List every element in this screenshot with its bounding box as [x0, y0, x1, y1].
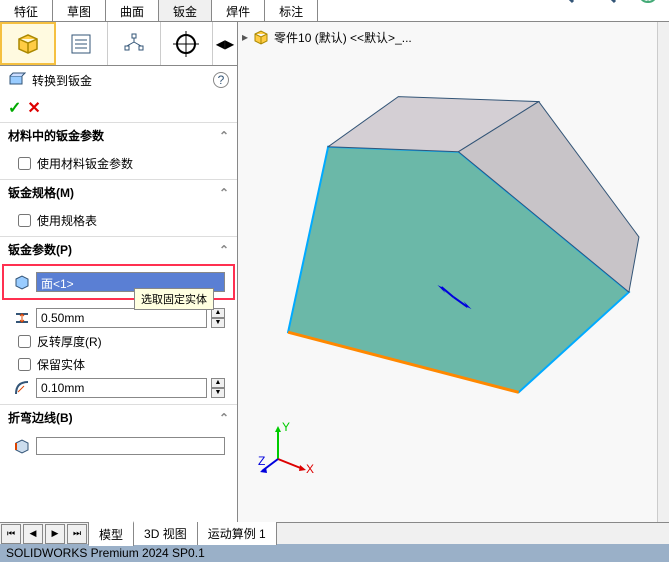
edge-icon [12, 436, 32, 456]
ribbon-tab-sketch[interactable]: 草图 [53, 0, 106, 21]
property-mgr-tab[interactable] [56, 22, 109, 65]
ok-cancel-bar: ✓ ✕ [0, 94, 237, 122]
keep-checkbox-row[interactable]: 保留实体 [12, 353, 225, 376]
ribbon-tab-annotate[interactable]: 标注 [265, 0, 318, 21]
triad-z: Z [258, 454, 265, 468]
ok-button[interactable]: ✓ [8, 98, 21, 118]
caret-icon: ⌃ [219, 411, 229, 425]
part-icon [252, 28, 270, 46]
ribbon-tab-weldment[interactable]: 焊件 [212, 0, 265, 21]
use-gauge-label: 使用规格表 [37, 212, 97, 229]
thickness-field[interactable] [36, 308, 207, 328]
caret-icon: ⌃ [219, 186, 229, 200]
section-bendedges-title: 折弯边线(B) [8, 409, 73, 426]
triad-y: Y [282, 420, 290, 434]
section-bendedges-header[interactable]: 折弯边线(B) ⌃ [0, 404, 237, 430]
fixed-face-tooltip: 选取固定实体 [134, 288, 214, 310]
cancel-button[interactable]: ✕ [27, 98, 40, 118]
bend-radius-spinner[interactable]: ▲▼ [211, 378, 225, 398]
nav-first[interactable]: ⏮ [1, 524, 21, 544]
view-orient-icon[interactable] [635, 0, 661, 6]
nav-prev[interactable]: ◀ [23, 524, 43, 544]
section-params-title: 钣金参数(P) [8, 241, 72, 258]
section-gauge-header[interactable]: 钣金规格(M) ⌃ [0, 179, 237, 205]
caret-icon: ⌃ [219, 129, 229, 143]
keep-label: 保留实体 [37, 356, 85, 373]
config-mgr-tab[interactable] [108, 22, 161, 65]
zoom-area-icon[interactable] [593, 0, 619, 6]
bend-edges-field[interactable] [36, 437, 225, 455]
use-gauge-checkbox-row[interactable]: 使用规格表 [12, 209, 225, 232]
caret-icon: ⌃ [219, 243, 229, 257]
tabs-overflow[interactable]: ◀▶ [213, 22, 237, 65]
reverse-label: 反转厚度(R) [37, 333, 102, 350]
zoom-fit-icon[interactable] [551, 0, 577, 6]
section-params-header[interactable]: 钣金参数(P) ⌃ [0, 236, 237, 262]
use-material-label: 使用材料钣金参数 [37, 155, 133, 172]
panel-tabs: ◀▶ [0, 22, 237, 66]
bottom-tab-3dview[interactable]: 3D 视图 [134, 522, 198, 545]
thickness-icon [12, 308, 32, 328]
feature-title: 转换到钣金 [32, 72, 92, 89]
scene-3d[interactable] [258, 62, 659, 462]
bend-radius-field[interactable] [36, 378, 207, 398]
triad-x: X [306, 462, 314, 476]
section-gauge-title: 钣金规格(M) [8, 184, 74, 201]
reverse-checkbox-row[interactable]: 反转厚度(R) [12, 330, 225, 353]
keep-checkbox[interactable] [18, 358, 31, 371]
property-panel: ◀▶ 转换到钣金 ? ✓ ✕ 材料中的钣金参数 ⌃ 使用材料钣金参数 钣金规格(… [0, 22, 238, 522]
triad[interactable]: Y X Z [258, 419, 318, 482]
use-material-checkbox-row[interactable]: 使用材料钣金参数 [12, 152, 225, 175]
section-bendedges-body [0, 430, 237, 462]
bottom-tabs: ⏮ ◀ ▶ ⏭ 模型 3D 视图 运动算例 1 [0, 522, 669, 544]
nav-last[interactable]: ⏭ [67, 524, 87, 544]
tab-nav: ⏮ ◀ ▶ ⏭ [0, 523, 89, 545]
feature-tree-tab[interactable] [0, 22, 56, 65]
ribbon-tab-surface[interactable]: 曲面 [106, 0, 159, 21]
section-material-header[interactable]: 材料中的钣金参数 ⌃ [0, 122, 237, 148]
reverse-checkbox[interactable] [18, 335, 31, 348]
section-material-title: 材料中的钣金参数 [8, 127, 104, 144]
breadcrumb-arrow-icon[interactable]: ▸ [242, 30, 248, 44]
view-tools [543, 0, 669, 8]
section-material-body: 使用材料钣金参数 [0, 148, 237, 179]
nav-next[interactable]: ▶ [45, 524, 65, 544]
bend-radius-row: ▲▼ [12, 376, 225, 400]
ribbon-tab-sheetmetal[interactable]: 钣金 [159, 0, 212, 21]
dimxpert-tab[interactable] [161, 22, 214, 65]
target-icon [173, 31, 199, 57]
use-gauge-checkbox[interactable] [18, 214, 31, 227]
bend-edges-row [12, 434, 225, 458]
viewport[interactable]: ▸ 零件10 (默认) <<默认>_... Y X [238, 22, 669, 522]
breadcrumb: ▸ 零件10 (默认) <<默认>_... [242, 28, 412, 46]
bottom-tab-model[interactable]: 模型 [89, 521, 134, 546]
feature-header: 转换到钣金 ? [0, 66, 237, 94]
list-icon [68, 31, 94, 57]
config-icon [121, 31, 147, 57]
section-params-body: 面<1> 选取固定实体 [2, 264, 235, 300]
use-material-checkbox[interactable] [18, 157, 31, 170]
convert-sheetmetal-icon [8, 70, 26, 91]
part-name[interactable]: 零件10 (默认) <<默认>_... [274, 29, 412, 46]
section-gauge-body: 使用规格表 [0, 205, 237, 236]
thickness-spinner[interactable]: ▲▼ [211, 308, 225, 328]
cube-icon [15, 31, 41, 57]
help-icon[interactable]: ? [213, 72, 229, 88]
section-params-body2: ▲▼ 反转厚度(R) 保留实体 ▲▼ [0, 302, 237, 404]
status-bar: SOLIDWORKS Premium 2024 SP0.1 [0, 544, 669, 562]
scrollbar[interactable] [657, 22, 669, 522]
face-icon [12, 272, 32, 292]
bend-radius-icon [12, 378, 32, 398]
bottom-tab-motion[interactable]: 运动算例 1 [198, 522, 277, 545]
ribbon-tab-feature[interactable]: 特征 [0, 0, 53, 21]
